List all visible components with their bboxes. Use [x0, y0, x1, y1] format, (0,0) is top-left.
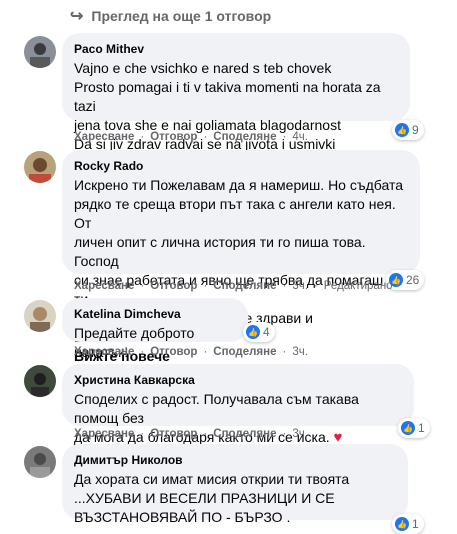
reaction-number: 1 — [412, 517, 419, 531]
avatar[interactable] — [24, 151, 56, 183]
reply-button[interactable]: Отговор — [150, 346, 197, 358]
avatar[interactable] — [24, 300, 56, 332]
reply-button[interactable]: Отговор — [150, 280, 197, 292]
reaction-number: 1 — [418, 421, 425, 435]
reaction-number: 9 — [412, 123, 419, 137]
comment-timestamp[interactable]: 3ч. — [292, 428, 308, 440]
comment-line: Prosto pomagai i ti v takiva momenti na … — [74, 79, 381, 114]
comment-timestamp[interactable]: 4ч. — [292, 131, 308, 143]
reply-button[interactable]: Отговор — [150, 131, 197, 143]
comment-timestamp[interactable]: 3ч. — [292, 280, 308, 292]
avatar-image — [24, 151, 56, 183]
reaction-number: 4 — [263, 325, 270, 339]
like-button[interactable]: Харесване — [74, 280, 134, 292]
like-reaction-icon: 👍 — [401, 421, 415, 435]
avatar-image — [24, 300, 56, 332]
share-button[interactable]: Споделяне — [213, 428, 276, 440]
comment-actions: Харесване · Отговор · Споделяне · 3ч. · Реда… — [74, 280, 393, 292]
reaction-count[interactable]: 👍 1 — [398, 418, 430, 438]
comment-author[interactable]: Rocky Rado — [74, 158, 408, 174]
view-more-replies-label: Преглед на още 1 отговор — [91, 8, 272, 24]
reaction-count[interactable]: 👍 9 — [392, 120, 424, 140]
share-button[interactable]: Споделяне — [213, 131, 276, 143]
reply-arrow-icon: ↩ — [70, 8, 84, 25]
view-more-replies-link[interactable]: ↩ Преглед на още 1 отговор — [70, 6, 271, 26]
like-reaction-icon: 👍 — [395, 123, 409, 137]
share-button[interactable]: Споделяне — [213, 346, 276, 358]
avatar[interactable] — [24, 365, 56, 397]
like-button[interactable]: Харесване — [74, 346, 134, 358]
comment-line: ВЪЗСТАНОВЯВАЙ ПО - БЪРЗО . — [74, 509, 291, 525]
comment-author[interactable]: Димитър Николов — [74, 452, 396, 468]
comment-bubble: Rocky Rado Искрено ти Пожелавам да я нам… — [62, 150, 420, 364]
share-button[interactable]: Споделяне — [213, 280, 276, 292]
comment-text: Да хората си имат мисия открии ти твоята… — [74, 470, 396, 527]
like-button[interactable]: Харесване — [74, 428, 134, 440]
comment-line: Искрено ти Пожелавам да я намериш. Но съ… — [74, 177, 403, 193]
comment-line: Споделих с радост. Получавала съм такава… — [74, 391, 359, 426]
comment-line: ...ХУБАВИ И ВЕСЕЛИ ПРАЗНИЦИ И СЕ — [74, 490, 335, 506]
reply-button[interactable]: Отговор — [150, 428, 197, 440]
edited-label: Редактирано — [323, 280, 393, 292]
comment-author[interactable]: Христина Кавкарска — [74, 372, 402, 388]
avatar-image — [24, 36, 56, 68]
comment-timestamp[interactable]: 3ч. — [292, 346, 308, 358]
comment-actions: Харесване · Отговор · Споделяне · 4ч. — [74, 131, 308, 143]
comment-actions: Харесване · Отговор · Споделяне · 3ч. — [74, 346, 308, 358]
comment-bubble: Христина Кавкарска Споделих с радост. По… — [62, 364, 414, 446]
avatar[interactable] — [24, 446, 56, 478]
comment-line: Да хората си имат мисия открии ти твоята — [74, 471, 350, 487]
comment-bubble: Katelina Dimcheva Предайте доброто натат… — [62, 298, 248, 360]
comment-author[interactable]: Paco Mithev — [74, 41, 398, 57]
reaction-count[interactable]: 👍 4 — [243, 322, 275, 342]
comment-line: рядко те среща втори път така с ангели к… — [74, 196, 396, 231]
comment-author[interactable]: Katelina Dimcheva — [74, 306, 236, 322]
like-button[interactable]: Харесване — [74, 131, 134, 143]
comment-bubble: Paco Mithev Vajno e che vsichko e nared … — [62, 33, 410, 152]
avatar-image — [24, 365, 56, 397]
reaction-count[interactable]: 👍 1 — [392, 514, 424, 534]
comment-actions: Харесване · Отговор · Споделяне · 3ч. — [74, 428, 308, 440]
reaction-number: 26 — [406, 273, 420, 287]
like-reaction-icon: 👍 — [246, 325, 260, 339]
comment-line: личен опит с лична история ти го пиша то… — [74, 234, 366, 269]
avatar-image — [24, 446, 56, 478]
like-reaction-icon: 👍 — [395, 517, 409, 531]
avatar[interactable] — [24, 36, 56, 68]
comment-bubble: Димитър Николов Да хората си имат мисия … — [62, 444, 408, 525]
comment-line: Vajno e che vsichko e nared s teb chovek — [74, 60, 332, 76]
